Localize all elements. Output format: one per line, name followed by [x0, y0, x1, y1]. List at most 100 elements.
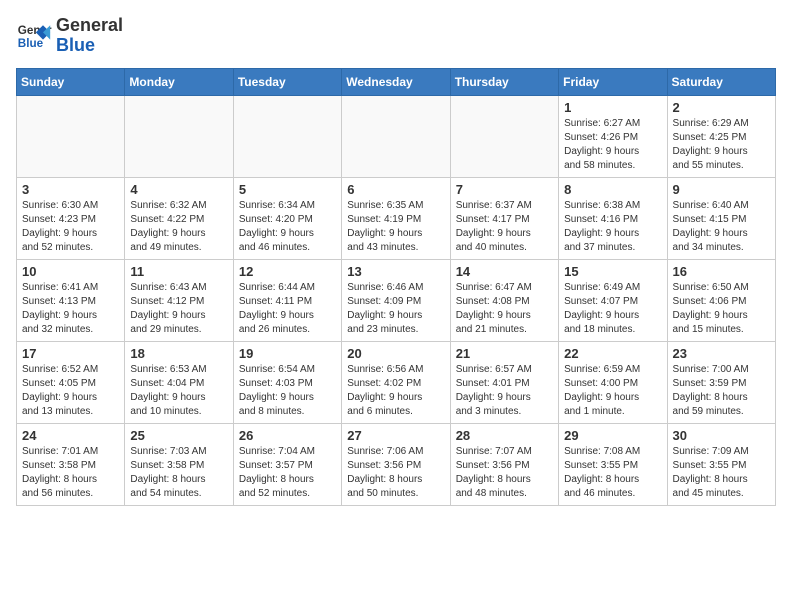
- calendar-day-28: 28 Sunrise: 7:07 AM Sunset: 3:56 PM Dayli…: [450, 423, 558, 505]
- calendar-day-23: 23 Sunrise: 7:00 AM Sunset: 3:59 PM Dayli…: [667, 341, 775, 423]
- day-number: 8: [564, 182, 661, 197]
- weekday-header-thursday: Thursday: [450, 68, 558, 95]
- day-detail: Sunrise: 6:53 AM Sunset: 4:04 PM Dayligh…: [130, 363, 227, 419]
- day-number: 24: [22, 428, 119, 443]
- day-number: 6: [347, 182, 444, 197]
- calendar-day-14: 14 Sunrise: 6:47 AM Sunset: 4:08 PM Dayli…: [450, 259, 558, 341]
- calendar-day-29: 29Sunrise: 7:08 AM Sunset: 3:55 PM Dayli…: [559, 423, 667, 505]
- day-detail: Sunrise: 6:46 AM Sunset: 4:09 PM Dayligh…: [347, 281, 444, 337]
- calendar-week-row: 10 Sunrise: 6:41 AM Sunset: 4:13 PM Dayli…: [17, 259, 776, 341]
- calendar-day-3: 3Sunrise: 6:30 AM Sunset: 4:23 PM Daylig…: [17, 177, 125, 259]
- day-detail: Sunrise: 7:09 AM Sunset: 3:55 PM Dayligh…: [673, 445, 770, 501]
- day-detail: Sunrise: 6:49 AM Sunset: 4:07 PM Dayligh…: [564, 281, 661, 337]
- day-number: 26: [239, 428, 336, 443]
- day-detail: Sunrise: 6:40 AM Sunset: 4:15 PM Dayligh…: [673, 199, 770, 255]
- calendar-day-18: 18 Sunrise: 6:53 AM Sunset: 4:04 PM Dayli…: [125, 341, 233, 423]
- day-detail: Sunrise: 6:41 AM Sunset: 4:13 PM Dayligh…: [22, 281, 119, 337]
- day-number: 27: [347, 428, 444, 443]
- calendar-day-26: 26 Sunrise: 7:04 AM Sunset: 3:57 PM Dayli…: [233, 423, 341, 505]
- svg-text:Blue: Blue: [18, 37, 44, 50]
- day-detail: Sunrise: 7:07 AM Sunset: 3:56 PM Dayligh…: [456, 445, 553, 501]
- weekday-header-saturday: Saturday: [667, 68, 775, 95]
- calendar-day-24: 24 Sunrise: 7:01 AM Sunset: 3:58 PM Dayli…: [17, 423, 125, 505]
- weekday-header-wednesday: Wednesday: [342, 68, 450, 95]
- day-detail: Sunrise: 6:57 AM Sunset: 4:01 PM Dayligh…: [456, 363, 553, 419]
- calendar-day-12: 12 Sunrise: 6:44 AM Sunset: 4:11 PM Dayli…: [233, 259, 341, 341]
- calendar-day-4: 4 Sunrise: 6:32 AM Sunset: 4:22 PM Daylig…: [125, 177, 233, 259]
- calendar-day-2: 2Sunrise: 6:29 AM Sunset: 4:25 PM Daylig…: [667, 95, 775, 177]
- day-number: 17: [22, 346, 119, 361]
- day-number: 28: [456, 428, 553, 443]
- day-detail: Sunrise: 6:59 AM Sunset: 4:00 PM Dayligh…: [564, 363, 661, 419]
- day-number: 11: [130, 264, 227, 279]
- calendar-day-1: 1 Sunrise: 6:27 AM Sunset: 4:26 PM Daylig…: [559, 95, 667, 177]
- logo-general: General: [56, 16, 123, 36]
- day-number: 9: [673, 182, 770, 197]
- calendar-table: SundayMondayTuesdayWednesdayThursdayFrid…: [16, 68, 776, 506]
- day-detail: Sunrise: 6:44 AM Sunset: 4:11 PM Dayligh…: [239, 281, 336, 337]
- weekday-header-sunday: Sunday: [17, 68, 125, 95]
- calendar-week-row: 24 Sunrise: 7:01 AM Sunset: 3:58 PM Dayli…: [17, 423, 776, 505]
- day-number: 13: [347, 264, 444, 279]
- day-number: 2: [673, 100, 770, 115]
- day-detail: Sunrise: 7:06 AM Sunset: 3:56 PM Dayligh…: [347, 445, 444, 501]
- day-detail: Sunrise: 6:54 AM Sunset: 4:03 PM Dayligh…: [239, 363, 336, 419]
- day-detail: Sunrise: 6:37 AM Sunset: 4:17 PM Dayligh…: [456, 199, 553, 255]
- day-number: 1: [564, 100, 661, 115]
- day-number: 19: [239, 346, 336, 361]
- day-detail: Sunrise: 6:50 AM Sunset: 4:06 PM Dayligh…: [673, 281, 770, 337]
- day-number: 25: [130, 428, 227, 443]
- day-number: 12: [239, 264, 336, 279]
- day-detail: Sunrise: 7:08 AM Sunset: 3:55 PM Dayligh…: [564, 445, 661, 501]
- calendar-empty-cell: [125, 95, 233, 177]
- day-number: 4: [130, 182, 227, 197]
- day-detail: Sunrise: 6:32 AM Sunset: 4:22 PM Dayligh…: [130, 199, 227, 255]
- calendar-day-11: 11Sunrise: 6:43 AM Sunset: 4:12 PM Dayli…: [125, 259, 233, 341]
- day-number: 21: [456, 346, 553, 361]
- calendar-empty-cell: [17, 95, 125, 177]
- calendar-week-row: 1 Sunrise: 6:27 AM Sunset: 4:26 PM Daylig…: [17, 95, 776, 177]
- day-detail: Sunrise: 6:47 AM Sunset: 4:08 PM Dayligh…: [456, 281, 553, 337]
- day-number: 23: [673, 346, 770, 361]
- calendar-day-8: 8 Sunrise: 6:38 AM Sunset: 4:16 PM Daylig…: [559, 177, 667, 259]
- weekday-header-monday: Monday: [125, 68, 233, 95]
- calendar-day-30: 30 Sunrise: 7:09 AM Sunset: 3:55 PM Dayli…: [667, 423, 775, 505]
- day-number: 22: [564, 346, 661, 361]
- calendar-day-16: 16 Sunrise: 6:50 AM Sunset: 4:06 PM Dayli…: [667, 259, 775, 341]
- day-detail: Sunrise: 6:35 AM Sunset: 4:19 PM Dayligh…: [347, 199, 444, 255]
- day-detail: Sunrise: 6:27 AM Sunset: 4:26 PM Dayligh…: [564, 117, 661, 173]
- day-detail: Sunrise: 6:38 AM Sunset: 4:16 PM Dayligh…: [564, 199, 661, 255]
- page-header: General Blue General Blue: [16, 16, 776, 56]
- calendar-empty-cell: [233, 95, 341, 177]
- day-number: 18: [130, 346, 227, 361]
- day-detail: Sunrise: 7:03 AM Sunset: 3:58 PM Dayligh…: [130, 445, 227, 501]
- logo: General Blue General Blue: [16, 16, 123, 56]
- day-detail: Sunrise: 6:52 AM Sunset: 4:05 PM Dayligh…: [22, 363, 119, 419]
- calendar-empty-cell: [342, 95, 450, 177]
- calendar-day-21: 21 Sunrise: 6:57 AM Sunset: 4:01 PM Dayli…: [450, 341, 558, 423]
- calendar-day-15: 15Sunrise: 6:49 AM Sunset: 4:07 PM Dayli…: [559, 259, 667, 341]
- day-detail: Sunrise: 6:56 AM Sunset: 4:02 PM Dayligh…: [347, 363, 444, 419]
- calendar-week-row: 17 Sunrise: 6:52 AM Sunset: 4:05 PM Dayli…: [17, 341, 776, 423]
- calendar-day-13: 13 Sunrise: 6:46 AM Sunset: 4:09 PM Dayli…: [342, 259, 450, 341]
- calendar-day-6: 6 Sunrise: 6:35 AM Sunset: 4:19 PM Daylig…: [342, 177, 450, 259]
- calendar-day-17: 17 Sunrise: 6:52 AM Sunset: 4:05 PM Dayli…: [17, 341, 125, 423]
- day-detail: Sunrise: 6:30 AM Sunset: 4:23 PM Dayligh…: [22, 199, 119, 255]
- day-number: 14: [456, 264, 553, 279]
- calendar-day-22: 22 Sunrise: 6:59 AM Sunset: 4:00 PM Dayli…: [559, 341, 667, 423]
- calendar-day-20: 20Sunrise: 6:56 AM Sunset: 4:02 PM Dayli…: [342, 341, 450, 423]
- calendar-day-10: 10 Sunrise: 6:41 AM Sunset: 4:13 PM Dayli…: [17, 259, 125, 341]
- logo-icon: General Blue: [16, 18, 52, 54]
- weekday-header-friday: Friday: [559, 68, 667, 95]
- calendar-day-7: 7Sunrise: 6:37 AM Sunset: 4:17 PM Daylig…: [450, 177, 558, 259]
- calendar-week-row: 3Sunrise: 6:30 AM Sunset: 4:23 PM Daylig…: [17, 177, 776, 259]
- logo-blue: Blue: [56, 36, 123, 56]
- calendar-day-25: 25 Sunrise: 7:03 AM Sunset: 3:58 PM Dayli…: [125, 423, 233, 505]
- day-detail: Sunrise: 7:00 AM Sunset: 3:59 PM Dayligh…: [673, 363, 770, 419]
- day-detail: Sunrise: 7:04 AM Sunset: 3:57 PM Dayligh…: [239, 445, 336, 501]
- day-number: 10: [22, 264, 119, 279]
- day-number: 16: [673, 264, 770, 279]
- day-detail: Sunrise: 7:01 AM Sunset: 3:58 PM Dayligh…: [22, 445, 119, 501]
- day-number: 30: [673, 428, 770, 443]
- weekday-header-tuesday: Tuesday: [233, 68, 341, 95]
